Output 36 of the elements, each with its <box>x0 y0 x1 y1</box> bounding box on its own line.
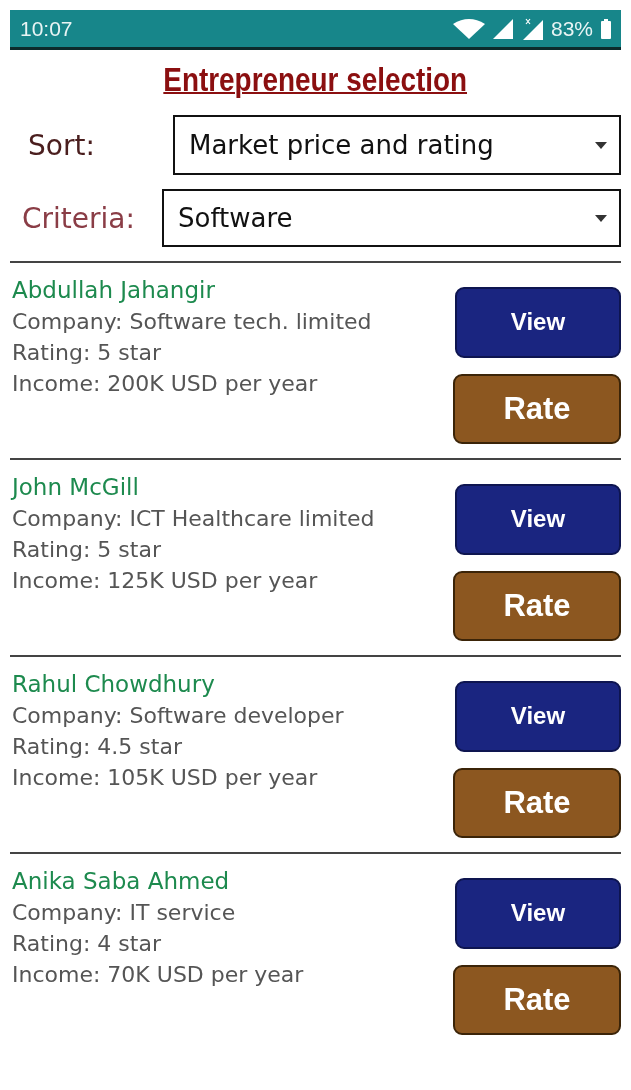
entrepreneur-name: Rahul Chowdhury <box>12 671 216 697</box>
rate-button[interactable]: Rate <box>453 964 621 1035</box>
view-button[interactable]: View <box>455 287 621 358</box>
view-button[interactable]: View <box>455 484 621 555</box>
company-text: Company: Software developer <box>12 703 345 728</box>
rating-text: Rating: 4 star <box>12 931 162 956</box>
caret-icon <box>595 141 607 149</box>
entrepreneur-name: Abdullah Jahangir <box>12 277 216 303</box>
wifi-icon <box>452 18 485 39</box>
view-button[interactable]: View <box>455 878 621 949</box>
rating-text: Rating: 5 star <box>12 340 162 365</box>
entrepreneur-name: John McGill <box>12 474 140 500</box>
clock-time: 10:07 <box>20 16 73 41</box>
dropdown[interactable]: Market price and rating <box>173 115 621 175</box>
rating-text: Rating: 5 star <box>12 537 162 562</box>
battery-percentage: 83% <box>550 16 593 41</box>
battery-icon <box>601 18 611 39</box>
signal-icon <box>492 18 513 39</box>
entrepreneur-name: Anika Saba Ahmed <box>12 868 231 894</box>
rate-button[interactable]: Rate <box>453 373 621 444</box>
page-title: Entrepreneur selection <box>163 60 468 99</box>
field-label: Criteria: <box>22 201 136 235</box>
field-label: Sort: <box>28 128 96 162</box>
view-button[interactable]: View <box>455 681 621 752</box>
company-text: Company: ICT Healthcare limited <box>12 506 376 531</box>
company-text: Company: Software tech. limited <box>12 309 373 334</box>
rating-text: Rating: 4.5 star <box>12 734 183 759</box>
income-text: Income: 200K USD per year <box>12 371 319 396</box>
income-text: Income: 125K USD per year <box>12 568 319 593</box>
income-text: Income: 105K USD per year <box>12 765 319 790</box>
income-text: Income: 70K USD per year <box>12 962 305 987</box>
caret-icon <box>595 214 607 222</box>
rate-button[interactable]: Rate <box>453 767 621 838</box>
company-text: Company: IT service <box>12 900 237 925</box>
dropdown[interactable]: Software <box>162 189 621 247</box>
rate-button[interactable]: Rate <box>453 570 621 641</box>
